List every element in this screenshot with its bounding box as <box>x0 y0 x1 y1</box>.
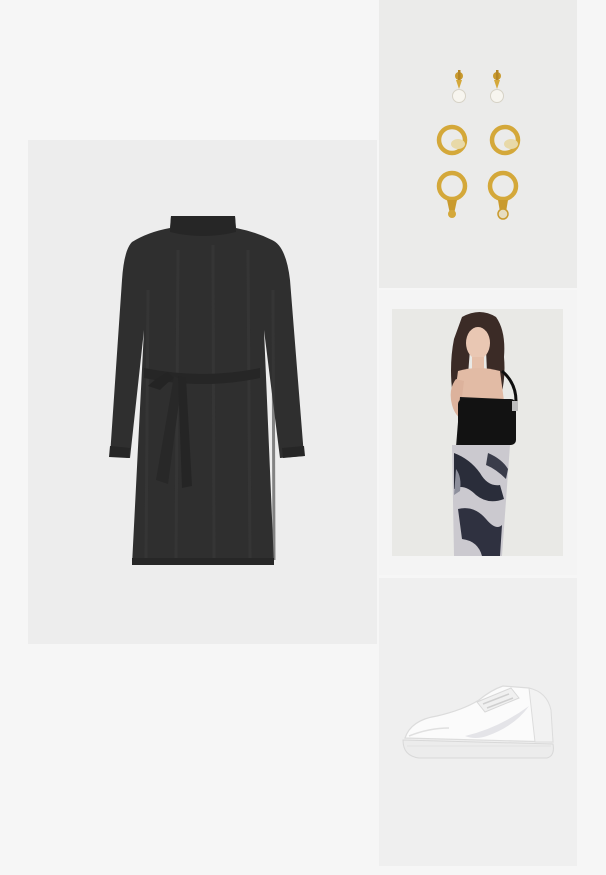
earrings-product-tile[interactable] <box>379 0 577 288</box>
dress-icon <box>109 216 305 565</box>
bag-icon <box>450 312 518 556</box>
outfit-collage <box>0 0 606 875</box>
dress-product-tile[interactable] <box>28 140 377 644</box>
earrings-icon <box>436 70 521 220</box>
bag-product-tile[interactable] <box>392 309 563 556</box>
sneaker-icon <box>402 685 554 759</box>
sneaker-product-tile[interactable] <box>379 578 577 866</box>
